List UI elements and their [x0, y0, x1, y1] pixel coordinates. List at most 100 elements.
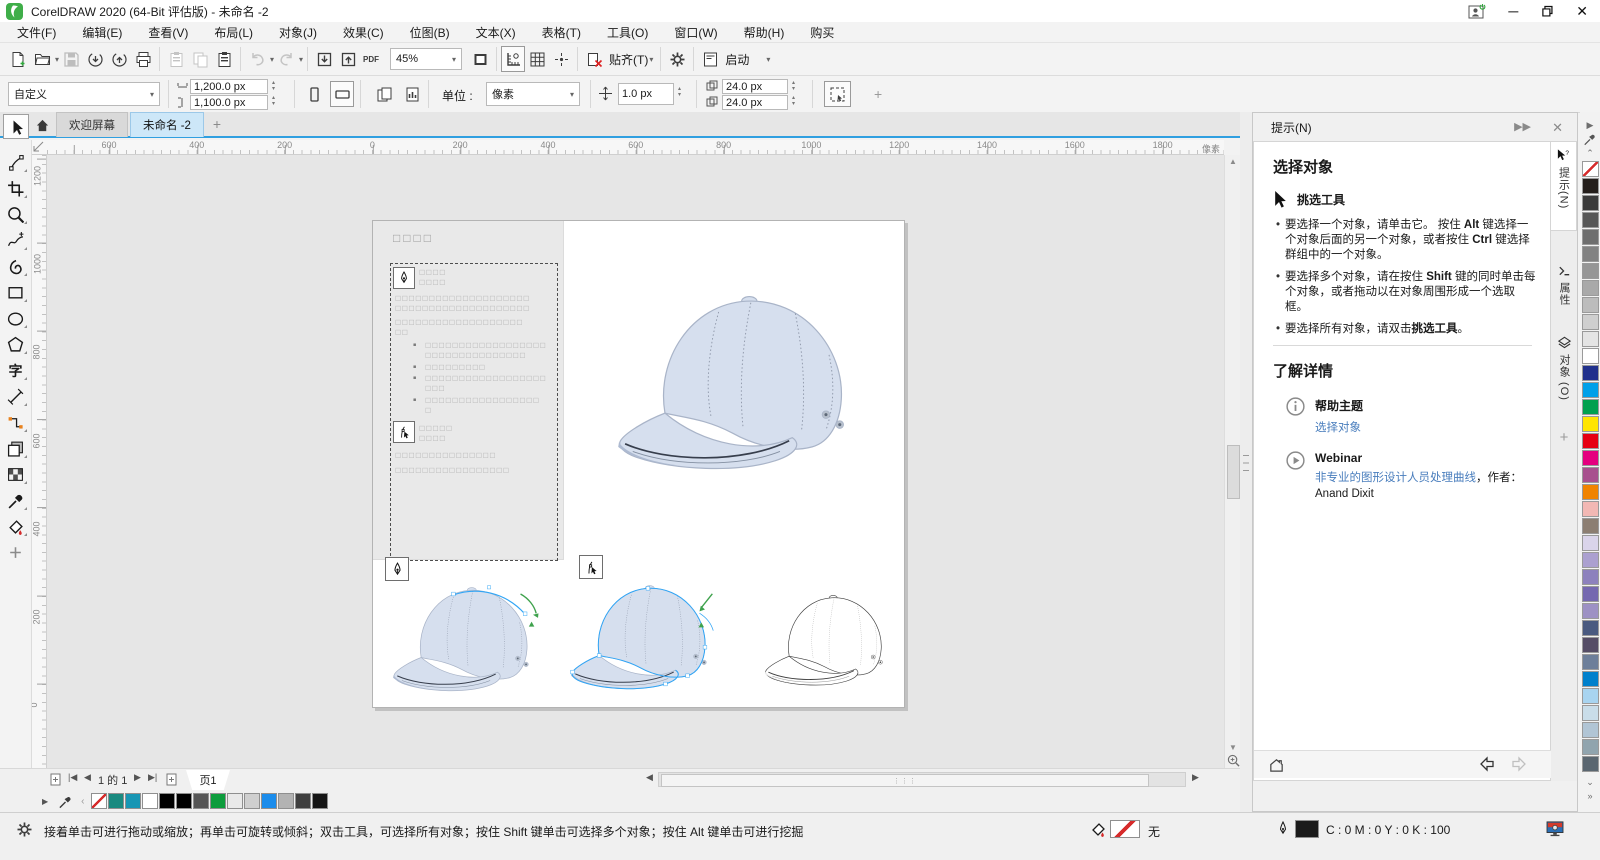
outline-color-swatch[interactable] [1295, 820, 1319, 838]
snap-to-menu[interactable]: 贴齐(T)▾ [606, 46, 656, 72]
vertical-ruler[interactable]: 120010008006004002000 [32, 155, 47, 768]
palette-scroll-up-icon[interactable]: ⌃ [1586, 146, 1594, 160]
launch-pane-icon[interactable] [698, 46, 722, 72]
palette-flyout-icon[interactable]: ▶ [42, 797, 48, 806]
fullscreen-preview-icon[interactable] [468, 46, 492, 72]
new-document-tab-button[interactable]: + [206, 112, 228, 136]
print-icon[interactable] [131, 46, 155, 72]
landscape-button[interactable] [330, 81, 354, 107]
interactive-fill-tool[interactable] [3, 514, 29, 539]
horizontal-scroll-thumb[interactable]: ⋮⋮⋮ [661, 774, 1149, 787]
color-swatch[interactable] [1582, 433, 1599, 449]
page-width-spinner[interactable]: ▴▾ [270, 80, 275, 92]
color-swatch[interactable] [1582, 586, 1599, 602]
color-swatch[interactable] [1582, 620, 1599, 636]
color-swatch[interactable] [1582, 705, 1599, 721]
palette-expand-icon[interactable]: » [1587, 789, 1592, 803]
color-swatch[interactable] [295, 793, 311, 809]
nudge-field[interactable]: 1.0 px [618, 83, 674, 105]
duplicate-y-field[interactable]: 24.0 px [722, 95, 788, 110]
cloud-download-icon[interactable] [83, 46, 107, 72]
color-swatch[interactable] [1582, 756, 1599, 772]
color-eyedropper-tool[interactable] [3, 488, 29, 513]
color-swatch[interactable] [1582, 229, 1599, 245]
docker-close-icon[interactable]: ✕ [1552, 120, 1563, 136]
color-swatch[interactable] [176, 793, 192, 809]
outline-status-icon[interactable] [1276, 820, 1290, 838]
no-color-swatch[interactable] [1582, 161, 1599, 177]
help-topic-link[interactable]: 选择对象 [1315, 419, 1363, 435]
add-page-start-icon[interactable] [50, 773, 63, 787]
color-swatch[interactable] [1582, 688, 1599, 704]
palette-eyedropper-icon[interactable] [1583, 132, 1597, 146]
page-height-field[interactable]: 1,100.0 px [190, 95, 268, 110]
zoom-level-combo[interactable]: 45%▾ [390, 48, 462, 70]
no-color-swatch[interactable] [91, 793, 107, 809]
current-page-icon[interactable] [400, 81, 424, 107]
page-preset-combo[interactable]: 自定义▾ [8, 82, 160, 106]
docker-collapse-icon[interactable]: ▶▶ [1514, 120, 1531, 133]
vertical-scroll-thumb[interactable] [1227, 445, 1240, 499]
duplicate-x-field[interactable]: 24.0 px [722, 79, 788, 94]
color-swatch[interactable] [1582, 484, 1599, 500]
color-swatch[interactable] [193, 793, 209, 809]
document-tab[interactable]: 欢迎屏幕 [56, 112, 128, 137]
menu-item[interactable]: 布局(L) [201, 24, 266, 41]
color-swatch[interactable] [1582, 416, 1599, 432]
show-grid-icon[interactable] [525, 46, 549, 72]
menu-item[interactable]: 文本(X) [463, 24, 529, 41]
ellipse-tool[interactable] [3, 306, 29, 331]
all-pages-icon[interactable] [372, 81, 396, 107]
portrait-button[interactable] [302, 81, 326, 107]
drawing-canvas[interactable]: □□□□ □□□□□□□□□□□□□□□□□□□□□□□□□□□□□□□□□□□… [47, 155, 1224, 768]
restore-button[interactable] [1540, 4, 1554, 18]
add-docker-button[interactable]: + [1551, 423, 1577, 447]
nudge-spinner[interactable]: ▴▾ [676, 86, 681, 98]
color-swatch[interactable] [1582, 671, 1599, 687]
status-gear-icon[interactable] [16, 821, 33, 838]
color-swatch[interactable] [1582, 365, 1599, 381]
color-swatch[interactable] [1582, 552, 1599, 568]
add-page-end-icon[interactable] [166, 773, 179, 787]
horizontal-ruler[interactable]: 像素 6004002000200400600800100012001400160… [47, 140, 1224, 155]
color-proof-monitor-icon[interactable] [1546, 821, 1564, 837]
color-swatch[interactable] [261, 793, 277, 809]
rectangle-tool[interactable] [3, 280, 29, 305]
hints-back-icon[interactable] [1478, 756, 1496, 772]
drop-shadow-tool[interactable] [3, 436, 29, 461]
palette-eyedropper-icon[interactable] [58, 794, 73, 809]
color-swatch[interactable] [210, 793, 226, 809]
menu-item[interactable]: 文件(F) [4, 24, 69, 41]
scroll-up-icon[interactable]: ▲ [1225, 157, 1241, 166]
import-icon[interactable] [312, 46, 336, 72]
color-swatch[interactable] [1582, 263, 1599, 279]
color-swatch[interactable] [278, 793, 294, 809]
color-swatch[interactable] [1582, 467, 1599, 483]
color-swatch[interactable] [1582, 603, 1599, 619]
horizontal-scrollbar[interactable]: ⋮⋮⋮ [658, 772, 1186, 787]
snap-off-icon[interactable] [582, 46, 606, 72]
hscroll-left-icon[interactable]: ◀ [646, 772, 653, 783]
show-rulers-icon[interactable] [501, 46, 525, 72]
launch-menu[interactable]: 启动 [722, 46, 752, 72]
zoom-tool[interactable] [3, 202, 29, 227]
next-page-icon[interactable]: ▶ [134, 772, 141, 783]
color-swatch[interactable] [1582, 178, 1599, 194]
color-swatch[interactable] [1582, 569, 1599, 585]
prev-page-icon[interactable]: ◀ [84, 772, 91, 783]
hints-forward-icon[interactable] [1510, 756, 1528, 772]
color-swatch[interactable] [1582, 535, 1599, 551]
zoom-to-fit-icon[interactable] [1227, 754, 1240, 767]
vertical-scrollbar[interactable]: ▲ ▼ [1224, 155, 1240, 768]
transparency-tool[interactable] [3, 462, 29, 487]
color-swatch[interactable] [244, 793, 260, 809]
palette-scroll-left-icon[interactable]: ‹ [81, 796, 84, 807]
color-swatch[interactable] [142, 793, 158, 809]
color-swatch[interactable] [1582, 314, 1599, 330]
docker-resize-gutter[interactable] [1240, 112, 1252, 812]
page-height-spinner[interactable]: ▴▾ [270, 95, 275, 107]
page-width-field[interactable]: 1,200.0 px [190, 79, 268, 94]
color-swatch[interactable] [1582, 450, 1599, 466]
menu-item[interactable]: 查看(V) [135, 24, 201, 41]
color-swatch[interactable] [312, 793, 328, 809]
